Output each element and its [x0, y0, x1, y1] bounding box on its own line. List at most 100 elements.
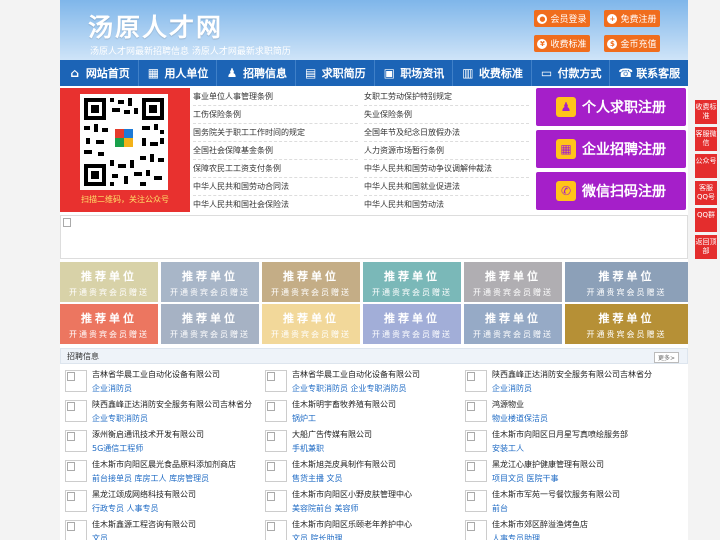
side-back-to-top[interactable]: 返回顶部	[695, 235, 717, 259]
banner-ad[interactable]	[60, 215, 688, 259]
policy-link[interactable]: 中华人民共和国劳动法	[364, 196, 529, 214]
recommended-tile[interactable]: 推荐单位 开通贵宾会员赠送	[262, 262, 360, 302]
nav-home[interactable]: ⌂ 网站首页	[60, 60, 139, 86]
company-name[interactable]: 佳木斯市向阳区日月星写真喷绘服务部	[492, 429, 628, 440]
job-listing[interactable]: 陕西鑫峰正达消防安全服务有限公司吉林省分 企业消防员	[460, 366, 660, 396]
nav-resumes[interactable]: ▤ 求职简历	[296, 60, 375, 86]
register-button[interactable]: + 免费注册	[604, 10, 660, 27]
recommended-tile[interactable]: 推荐单位 开通贵宾会员赠送	[60, 304, 158, 344]
job-listing[interactable]: 黑龙江颂成网络科技有限公司 行政专员 人事专员	[60, 486, 260, 516]
company-name[interactable]: 佳木斯市军苑一号餐饮服务有限公司	[492, 489, 620, 500]
login-button[interactable]: ● 会员登录	[534, 10, 590, 27]
job-positions[interactable]: 物业楼道保洁员	[492, 413, 548, 424]
recommended-tile[interactable]: 推荐单位 开通贵宾会员赠送	[464, 262, 562, 302]
company-name[interactable]: 佳木斯市向阳区小野皮肤管理中心	[292, 489, 412, 500]
job-listing[interactable]: 鸿源物业 物业楼道保洁员	[460, 396, 660, 426]
job-listing[interactable]: 佳木斯市向阳区小野皮肤管理中心 美容院前台 美容师	[260, 486, 460, 516]
recharge-button[interactable]: $ 金币充值	[604, 35, 660, 52]
job-positions[interactable]: 美容院前台 美容师	[292, 503, 359, 514]
job-listing[interactable]: 陕西鑫峰正达消防安全服务有限公司吉林省分 企业专职消防员	[60, 396, 260, 426]
job-positions[interactable]: 售货主播 文员	[292, 473, 343, 484]
job-listing[interactable]: 佳木斯鑫源工程咨询有限公司文员	[60, 516, 260, 540]
job-listing[interactable]: 吉林省华晨工业自动化设备有限公司 企业消防员	[60, 366, 260, 396]
job-positions[interactable]: 安装工人	[492, 443, 524, 454]
company-name[interactable]: 佳木斯市郊区醉溢渔烤鱼店	[492, 519, 588, 530]
policy-link[interactable]: 中华人民共和国就业促进法	[364, 178, 529, 196]
policy-link[interactable]: 中华人民共和国劳动合同法	[193, 178, 358, 196]
policy-link[interactable]: 保障农民工工资支付条例	[193, 160, 358, 178]
company-name[interactable]: 陕西鑫峰正达消防安全服务有限公司吉林省分	[92, 399, 252, 410]
side-qq-group[interactable]: QQ群	[695, 208, 717, 232]
job-positions[interactable]: 企业专职消防员	[92, 413, 148, 424]
company-name[interactable]: 佳木斯旭尧皮具制作有限公司	[292, 459, 396, 470]
nav-employers[interactable]: ▦ 用人单位	[139, 60, 218, 86]
personal-register-button[interactable]: ♟ 个人求职注册	[536, 88, 686, 126]
job-listing[interactable]: 大船广告传媒有限公司 手机兼职	[260, 426, 460, 456]
policy-link[interactable]: 人力资源市场暂行条例	[364, 142, 529, 160]
policy-link[interactable]: 国务院关于职工工作时间的规定	[193, 124, 358, 142]
company-register-button[interactable]: ▦ 企业招聘注册	[536, 130, 686, 168]
job-listing[interactable]: 佳木斯市郊区醉溢渔烤鱼店人事专员助理	[460, 516, 660, 540]
job-positions[interactable]: 行政专员 人事专员	[92, 503, 159, 514]
job-positions[interactable]: 5G通信工程师	[92, 443, 143, 454]
nav-jobs[interactable]: ♟ 招聘信息	[217, 60, 296, 86]
company-name[interactable]: 佳木斯鑫源工程咨询有限公司	[92, 519, 196, 530]
job-positions[interactable]: 文员 院长助理	[292, 533, 343, 540]
job-listing[interactable]: 佳木斯明宇畜牧养殖有限公司 锅炉工	[260, 396, 460, 426]
job-positions[interactable]: 前台	[492, 503, 508, 514]
policy-link[interactable]: 全国社会保障基金条例	[193, 142, 358, 160]
job-positions[interactable]: 项目文员 医院干事	[492, 473, 559, 484]
job-listing[interactable]: 佳木斯市向阳区晨光食品原料添加剂商店 前台接单员 库房工人 库房管理员	[60, 456, 260, 486]
side-official-account[interactable]: 公众号	[695, 154, 717, 178]
job-listing[interactable]: 佳木斯市向阳区乐颐老年养护中心文员 院长助理	[260, 516, 460, 540]
recommended-tile[interactable]: 推荐单位 开通贵宾会员赠送	[464, 304, 562, 344]
company-name[interactable]: 吉林省华晨工业自动化设备有限公司	[292, 369, 420, 380]
company-name[interactable]: 涿州衡启通讯技术开发有限公司	[92, 429, 204, 440]
job-listing[interactable]: 佳木斯旭尧皮具制作有限公司 售货主播 文员	[260, 456, 460, 486]
company-name[interactable]: 佳木斯市向阳区晨光食品原料添加剂商店	[92, 459, 236, 470]
recommended-tile[interactable]: 推荐单位 开通贵宾会员赠送	[161, 304, 259, 344]
job-positions[interactable]: 文员	[92, 533, 108, 540]
recommended-tile[interactable]: 推荐单位 开通贵宾会员赠送	[565, 262, 688, 302]
wechat-register-button[interactable]: ✆ 微信扫码注册	[536, 172, 686, 210]
recommended-tile[interactable]: 推荐单位 开通贵宾会员赠送	[363, 304, 461, 344]
side-qq[interactable]: 客服QQ号	[695, 181, 717, 205]
company-name[interactable]: 黑龙江心康护健康管理有限公司	[492, 459, 604, 470]
company-name[interactable]: 佳木斯明宇畜牧养殖有限公司	[292, 399, 396, 410]
policy-link[interactable]: 全国年节及纪念日放假办法	[364, 124, 529, 142]
nav-pricing[interactable]: ▥ 收费标准	[453, 60, 532, 86]
job-positions[interactable]: 企业消防员	[492, 383, 532, 394]
recommended-tile[interactable]: 推荐单位 开通贵宾会员赠送	[565, 304, 688, 344]
company-name[interactable]: 大船广告传媒有限公司	[292, 429, 372, 440]
pricing-button[interactable]: ¥ 收费标准	[534, 35, 590, 52]
policy-link[interactable]: 失业保险条例	[364, 106, 529, 124]
nav-contact[interactable]: ☎ 联系客服	[610, 60, 688, 86]
job-listing[interactable]: 涿州衡启通讯技术开发有限公司 5G通信工程师	[60, 426, 260, 456]
policy-link[interactable]: 女职工劳动保护特别规定	[364, 88, 529, 106]
side-pricing[interactable]: 收费标准	[695, 100, 717, 124]
nav-news[interactable]: ▣ 职场资讯	[375, 60, 454, 86]
policy-link[interactable]: 中华人民共和国社会保险法	[193, 196, 358, 214]
more-link[interactable]: 更多>	[653, 352, 679, 363]
nav-payment[interactable]: ▭ 付款方式	[532, 60, 611, 86]
job-positions[interactable]: 前台接单员 库房工人 库房管理员	[92, 473, 209, 484]
job-positions[interactable]: 企业消防员	[92, 383, 132, 394]
company-name[interactable]: 佳木斯市向阳区乐颐老年养护中心	[292, 519, 412, 530]
site-logo[interactable]: 汤原人才网	[88, 8, 223, 44]
job-positions[interactable]: 锅炉工	[292, 413, 316, 424]
company-name[interactable]: 陕西鑫峰正达消防安全服务有限公司吉林省分	[492, 369, 652, 380]
job-listing[interactable]: 佳木斯市军苑一号餐饮服务有限公司 前台	[460, 486, 660, 516]
job-positions[interactable]: 人事专员助理	[492, 533, 540, 540]
policy-link[interactable]: 事业单位人事管理条例	[193, 88, 358, 106]
job-listing[interactable]: 吉林省华晨工业自动化设备有限公司 企业专职消防员 企业专职消防员	[260, 366, 460, 396]
side-wechat[interactable]: 客服微信	[695, 127, 717, 151]
company-name[interactable]: 吉林省华晨工业自动化设备有限公司	[92, 369, 220, 380]
company-name[interactable]: 黑龙江颂成网络科技有限公司	[92, 489, 196, 500]
job-positions[interactable]: 手机兼职	[292, 443, 324, 454]
job-positions[interactable]: 企业专职消防员 企业专职消防员	[292, 383, 407, 394]
recommended-tile[interactable]: 推荐单位 开通贵宾会员赠送	[161, 262, 259, 302]
policy-link[interactable]: 中华人民共和国劳动争议调解仲裁法	[364, 160, 529, 178]
job-listing[interactable]: 黑龙江心康护健康管理有限公司 项目文员 医院干事	[460, 456, 660, 486]
job-listing[interactable]: 佳木斯市向阳区日月星写真喷绘服务部 安装工人	[460, 426, 660, 456]
recommended-tile[interactable]: 推荐单位 开通贵宾会员赠送	[60, 262, 158, 302]
